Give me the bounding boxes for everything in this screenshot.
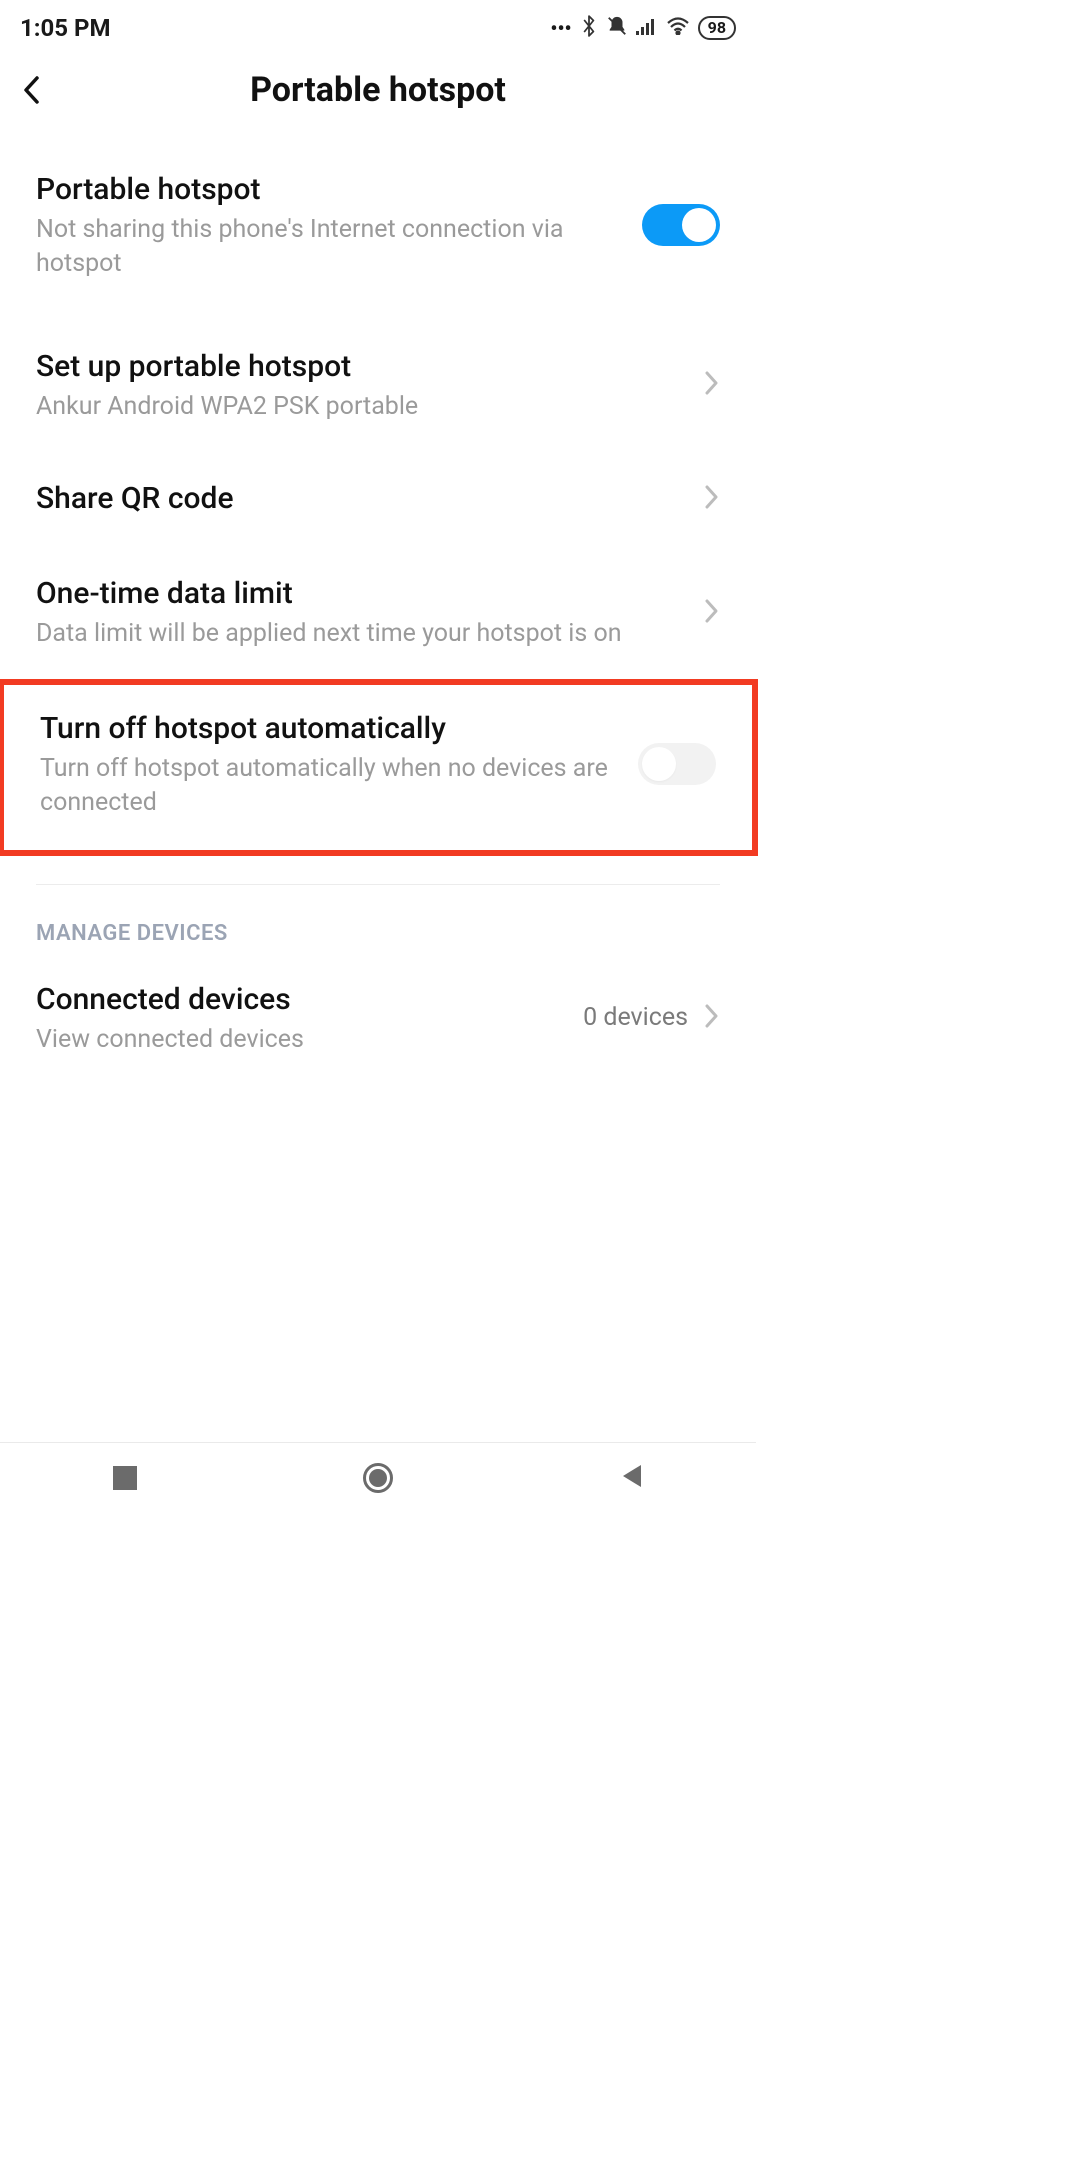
more-icon: ••• bbox=[550, 16, 571, 40]
auto-off-toggle[interactable] bbox=[638, 743, 716, 785]
row-sub: View connected devices bbox=[36, 1023, 567, 1057]
back-icon bbox=[20, 75, 44, 105]
connected-count: 0 devices bbox=[583, 1003, 688, 1032]
row-title: Portable hotspot bbox=[36, 170, 626, 209]
row-sub: Turn off hotspot automatically when no d… bbox=[40, 752, 622, 820]
status-icons-group: ••• 98 bbox=[550, 15, 736, 42]
bluetooth-icon bbox=[580, 15, 598, 42]
row-title: One-time data limit bbox=[36, 574, 688, 613]
page-title: Portable hotspot bbox=[0, 70, 756, 110]
chevron-right-icon bbox=[704, 370, 720, 400]
mute-icon bbox=[606, 15, 628, 42]
highlight-annotation: Turn off hotspot automatically Turn off … bbox=[0, 679, 758, 856]
row-setup-hotspot[interactable]: Set up portable hotspot Ankur Android WP… bbox=[0, 319, 756, 452]
row-title: Set up portable hotspot bbox=[36, 347, 688, 386]
section-manage-devices: MANAGE DEVICES bbox=[0, 885, 756, 952]
row-sub: Ankur Android WPA2 PSK portable bbox=[36, 390, 688, 424]
triangle-back-icon bbox=[619, 1463, 643, 1489]
row-data-limit[interactable]: One-time data limit Data limit will be a… bbox=[0, 546, 756, 679]
hotspot-toggle[interactable] bbox=[642, 204, 720, 246]
status-time: 1:05 PM bbox=[20, 14, 111, 42]
nav-back-button[interactable] bbox=[619, 1463, 643, 1493]
square-icon bbox=[113, 1466, 137, 1490]
chevron-right-icon bbox=[704, 1003, 720, 1033]
chevron-right-icon bbox=[704, 598, 720, 628]
row-connected-devices[interactable]: Connected devices View connected devices… bbox=[0, 952, 756, 1085]
row-portable-hotspot[interactable]: Portable hotspot Not sharing this phone'… bbox=[0, 138, 756, 319]
nav-home-button[interactable] bbox=[363, 1463, 393, 1493]
signal-icon bbox=[636, 16, 658, 40]
nav-recents-button[interactable] bbox=[113, 1466, 137, 1490]
settings-content: Portable hotspot Not sharing this phone'… bbox=[0, 138, 756, 1084]
wifi-icon bbox=[666, 16, 690, 40]
status-bar: 1:05 PM ••• 98 bbox=[0, 0, 756, 50]
row-share-qr[interactable]: Share QR code bbox=[0, 451, 756, 546]
battery-indicator: 98 bbox=[698, 16, 736, 40]
navigation-bar bbox=[0, 1442, 756, 1512]
row-auto-off[interactable]: Turn off hotspot automatically Turn off … bbox=[4, 685, 752, 850]
circle-icon bbox=[363, 1463, 393, 1493]
row-sub: Not sharing this phone's Internet connec… bbox=[36, 213, 626, 281]
row-sub: Data limit will be applied next time you… bbox=[36, 617, 688, 651]
row-title: Connected devices bbox=[36, 980, 567, 1019]
row-title: Turn off hotspot automatically bbox=[40, 709, 622, 748]
chevron-right-icon bbox=[704, 484, 720, 514]
back-button[interactable] bbox=[20, 68, 64, 112]
page-header: Portable hotspot bbox=[0, 50, 756, 138]
row-title: Share QR code bbox=[36, 479, 688, 518]
